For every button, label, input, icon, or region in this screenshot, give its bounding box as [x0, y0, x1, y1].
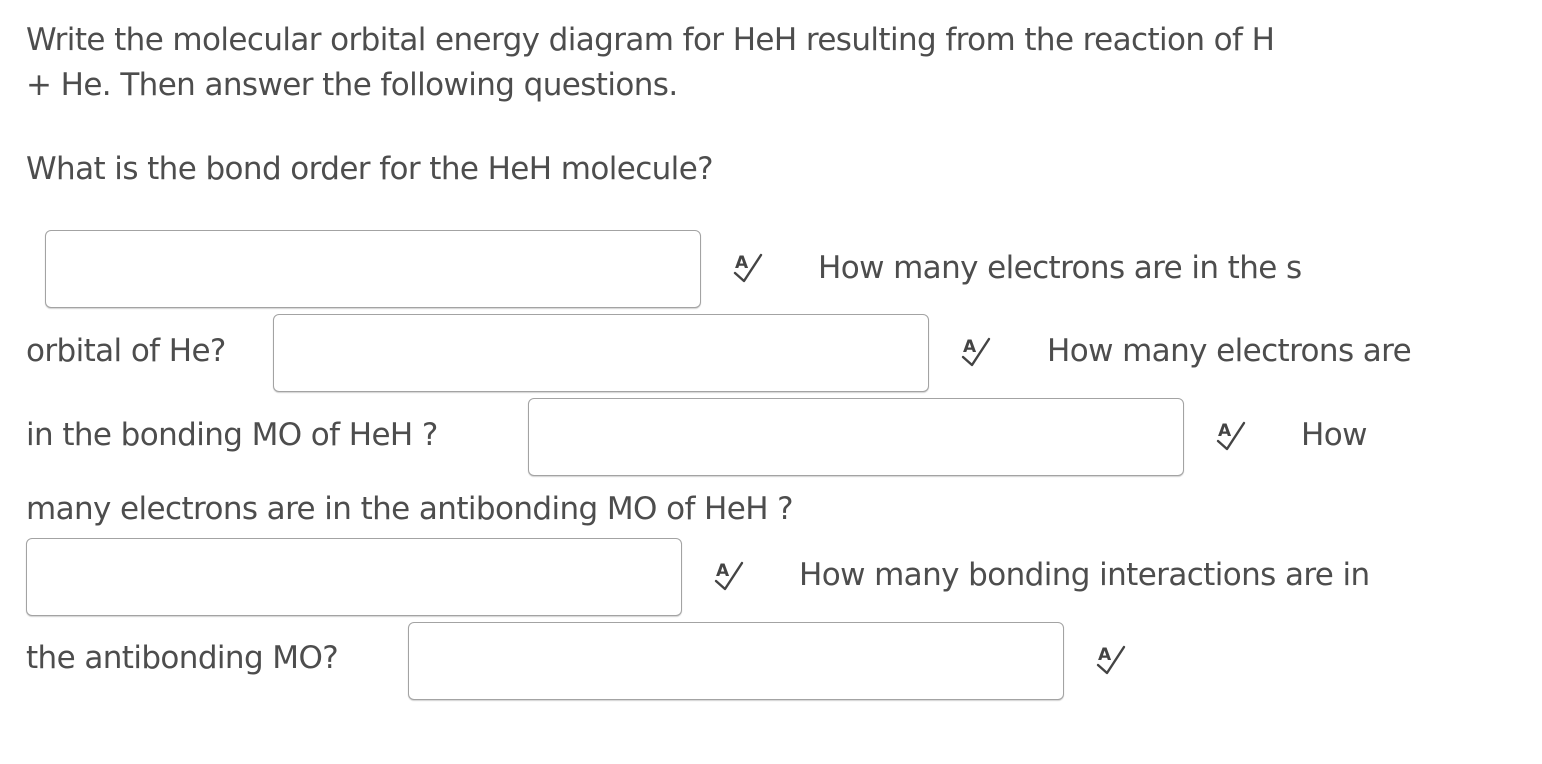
spell-check-icon[interactable]: A	[731, 251, 765, 285]
svg-text:A: A	[735, 253, 749, 273]
question-antibonding-mo-electrons-part1: How	[1301, 417, 1367, 453]
answer-field-bonding-mo-electrons[interactable]	[528, 398, 1184, 476]
question-bonding-interactions-part2: the antibonding MO?	[26, 640, 339, 676]
question-s-orbital-electrons-part2: orbital of He?	[26, 333, 226, 369]
question-bonding-mo-electrons-part2: in the bonding MO of HeH ?	[26, 417, 438, 453]
answer-field-s-orbital-electrons[interactable]	[273, 314, 929, 392]
svg-text:A: A	[963, 337, 977, 357]
spell-check-icon[interactable]: A	[1214, 419, 1248, 453]
answer-field-bond-order[interactable]	[45, 230, 701, 308]
svg-text:A: A	[1218, 421, 1232, 441]
intro-line-1: Write the molecular orbital energy diagr…	[26, 22, 1275, 58]
question-s-orbital-electrons-part1: How many electrons are in the s	[818, 250, 1302, 286]
question-bonding-interactions-part1: How many bonding interactions are in	[799, 557, 1370, 593]
question-bond-order: What is the bond order for the HeH molec…	[26, 151, 714, 187]
question-bonding-mo-electrons-part1: How many electrons are	[1047, 333, 1412, 369]
spell-check-icon[interactable]: A	[712, 559, 746, 593]
svg-text:A: A	[716, 561, 730, 581]
answer-field-antibonding-mo-electrons[interactable]	[26, 538, 682, 616]
question-page: Write the molecular orbital energy diagr…	[0, 0, 1542, 764]
answer-field-bonding-interactions[interactable]	[408, 622, 1064, 700]
svg-text:A: A	[1098, 645, 1112, 665]
spell-check-icon[interactable]: A	[1094, 643, 1128, 677]
spell-check-icon[interactable]: A	[959, 335, 993, 369]
intro-line-2: + He. Then answer the following question…	[26, 67, 678, 103]
question-antibonding-mo-electrons-part2: many electrons are in the antibonding MO…	[26, 491, 794, 527]
